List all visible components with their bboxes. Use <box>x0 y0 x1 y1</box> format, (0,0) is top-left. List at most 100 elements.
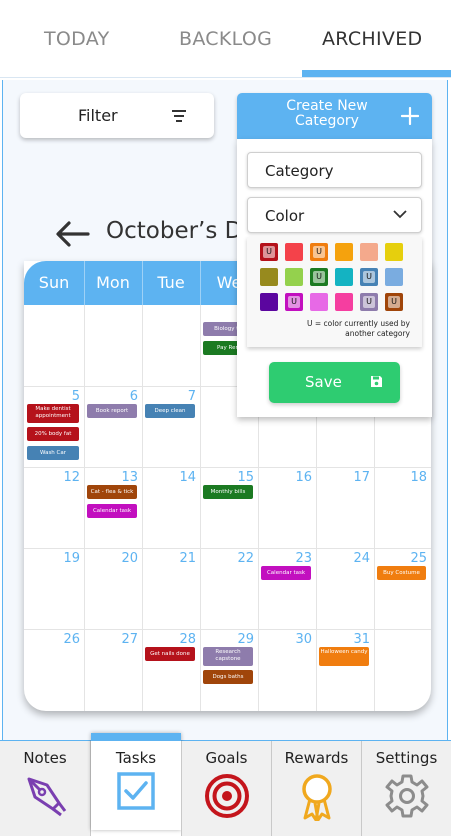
color-select[interactable]: Color <box>247 197 422 233</box>
color-swatch[interactable]: U <box>310 243 328 261</box>
color-used-marker: U <box>313 246 325 258</box>
color-swatch[interactable]: U <box>360 293 378 311</box>
date-number: 25 <box>410 551 427 566</box>
color-used-marker: U <box>263 246 275 258</box>
calendar-event[interactable]: Book report <box>87 404 137 418</box>
calendar-title: October’s D <box>106 218 241 244</box>
date-number: 17 <box>353 470 370 485</box>
app-root: TODAY BACKLOG ARCHIVED Filter October’s … <box>0 0 451 838</box>
date-number: 22 <box>237 551 254 566</box>
color-swatch[interactable] <box>310 293 328 311</box>
calendar-event[interactable]: Calendar task <box>87 504 137 518</box>
filter-label: Filter <box>78 106 118 125</box>
color-used-marker: U <box>388 296 400 308</box>
filter-button[interactable]: Filter <box>20 93 214 138</box>
tab-today[interactable]: TODAY <box>44 28 110 50</box>
date-number: 14 <box>179 470 196 485</box>
nav-goals[interactable]: Goals <box>182 741 271 836</box>
nav-notes[interactable]: Notes <box>0 741 90 836</box>
calendar-event[interactable]: Monthly bills <box>203 485 253 499</box>
save-button[interactable]: Save <box>269 362 400 403</box>
color-swatch[interactable] <box>360 243 378 261</box>
nav-goals-label: Goals <box>205 749 248 767</box>
color-swatch[interactable]: U <box>310 268 328 286</box>
color-used-marker: U <box>313 271 325 283</box>
calendar-event[interactable]: Buy Costume <box>377 566 426 580</box>
back-arrow-icon[interactable] <box>54 218 90 250</box>
date-number: 13 <box>121 470 138 485</box>
color-swatch[interactable] <box>285 268 303 286</box>
day-name-header: Sun <box>38 273 70 292</box>
date-number: 30 <box>295 632 312 647</box>
color-swatch[interactable] <box>260 293 278 311</box>
calendar-event[interactable]: Calendar task <box>261 566 311 580</box>
calendar-day-cell[interactable] <box>24 305 84 386</box>
day-name-header: Mon <box>96 273 130 292</box>
category-input[interactable]: Category <box>247 152 422 188</box>
checkbox-icon <box>117 772 155 810</box>
color-swatch[interactable] <box>260 268 278 286</box>
color-select-label: Color <box>265 207 305 225</box>
date-number: 20 <box>121 551 138 566</box>
swatch-legend: U = color currently used by another cate… <box>307 319 410 338</box>
color-swatch[interactable] <box>335 268 353 286</box>
calendar-event[interactable]: Wash Car <box>27 446 79 460</box>
date-number: 15 <box>237 470 254 485</box>
create-category-label: Create New Category <box>286 98 368 129</box>
tab-backlog[interactable]: BACKLOG <box>179 28 272 50</box>
nav-tasks[interactable]: Tasks <box>91 733 181 830</box>
nav-tasks-label: Tasks <box>115 749 157 767</box>
color-used-marker: U <box>363 271 375 283</box>
gear-icon <box>385 774 428 818</box>
color-swatch[interactable] <box>385 268 403 286</box>
color-swatch[interactable] <box>285 243 303 261</box>
color-swatch[interactable]: U <box>360 268 378 286</box>
filter-icon <box>172 110 186 122</box>
calendar-event[interactable]: Get nails done <box>145 647 195 661</box>
target-icon <box>204 774 249 818</box>
calendar-day-cell[interactable] <box>84 305 142 386</box>
calendar-event[interactable]: Halloween candy <box>319 647 369 666</box>
date-number: 19 <box>63 551 80 566</box>
color-swatch[interactable] <box>335 293 353 311</box>
date-number: 16 <box>295 470 312 485</box>
calendar-event[interactable]: Research capstone <box>203 647 253 666</box>
color-swatch[interactable] <box>335 243 353 261</box>
tab-archived[interactable]: ARCHIVED <box>322 28 422 50</box>
day-name-header: Tue <box>157 273 185 292</box>
date-number: 12 <box>63 470 80 485</box>
calendar-day-cell[interactable] <box>374 629 431 711</box>
color-swatch[interactable]: U <box>285 293 303 311</box>
header-column-line <box>200 261 201 305</box>
date-number: 18 <box>410 470 427 485</box>
color-swatch[interactable]: U <box>385 293 403 311</box>
date-number: 6 <box>129 389 138 404</box>
top-divider <box>0 77 451 78</box>
calendar-event[interactable]: Deep clean <box>145 404 195 418</box>
date-number: 29 <box>237 632 254 647</box>
date-number: 28 <box>179 632 196 647</box>
calendar-day-cell[interactable] <box>142 305 200 386</box>
nav-settings[interactable]: Settings <box>362 741 451 836</box>
nav-rewards[interactable]: Rewards <box>272 741 361 836</box>
calendar-event[interactable]: 20% body fat <box>27 427 79 441</box>
calendar-event[interactable]: Dogs baths <box>203 670 253 684</box>
date-number: 5 <box>71 389 80 404</box>
date-number: 24 <box>353 551 370 566</box>
color-swatch[interactable] <box>385 243 403 261</box>
pen-nib-icon <box>27 777 67 817</box>
create-category-button[interactable]: Create New Category <box>237 93 432 139</box>
date-number: 23 <box>295 551 312 566</box>
header-column-line <box>142 261 143 305</box>
date-number: 27 <box>121 632 138 647</box>
calendar-event[interactable]: Cat - flea & tick <box>87 485 137 499</box>
plus-icon <box>401 107 419 125</box>
date-number: 26 <box>63 632 80 647</box>
color-swatch[interactable]: U <box>260 243 278 261</box>
calendar-event[interactable]: Make dentist appointment <box>27 404 79 423</box>
color-used-marker: U <box>363 296 375 308</box>
color-used-marker: U <box>288 296 300 308</box>
chevron-down-icon <box>393 210 407 219</box>
date-number: 21 <box>179 551 196 566</box>
save-label: Save <box>305 373 342 391</box>
